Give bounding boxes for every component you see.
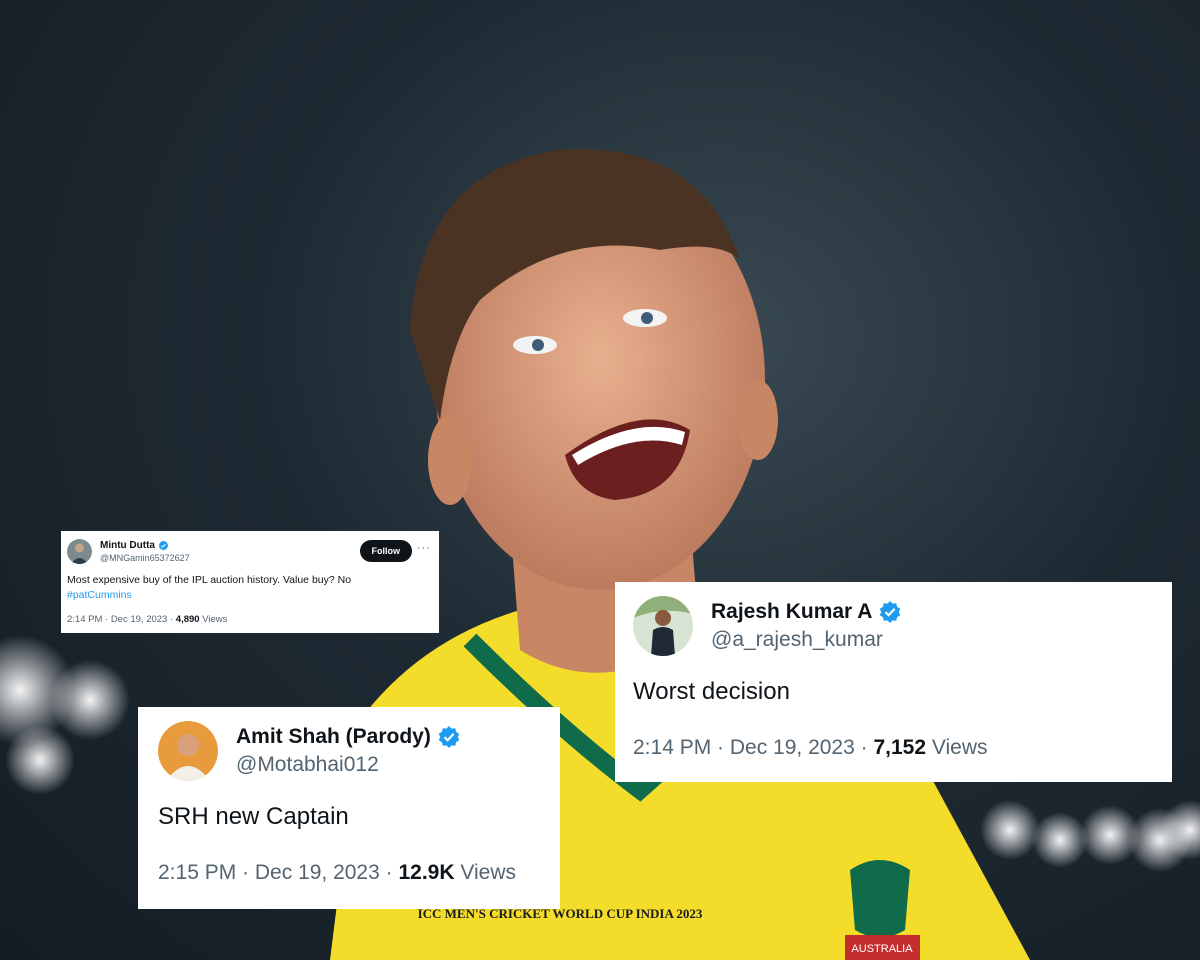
author-name[interactable]: Mintu Dutta xyxy=(100,540,155,551)
author-handle[interactable]: @MNGamin65372627 xyxy=(100,553,190,563)
tweet-timestamp[interactable]: 2:15 PM · Dec 19, 2023 · xyxy=(158,861,398,884)
tweet-timestamp[interactable]: 2:14 PM · Dec 19, 2023 · xyxy=(633,736,873,759)
avatar[interactable] xyxy=(158,721,218,781)
tweet-body: Worst decision xyxy=(633,678,790,705)
avatar-image-icon xyxy=(158,721,218,781)
tweet-meta: 2:15 PM · Dec 19, 2023 · 12.9K Views xyxy=(158,861,542,885)
author-handle[interactable]: @a_rajesh_kumar xyxy=(711,628,902,652)
author-handle[interactable]: @Motabhai012 xyxy=(236,753,461,777)
tweet-timestamp[interactable]: 2:14 PM · Dec 19, 2023 · xyxy=(67,614,176,625)
avatar[interactable] xyxy=(633,596,693,656)
tweet-card-rajesh-kumar: Rajesh Kumar A @a_rajesh_kumar Worst dec… xyxy=(615,582,1172,782)
svg-text:AUSTRALIA: AUSTRALIA xyxy=(851,943,913,955)
tweet-meta: 2:14 PM · Dec 19, 2023 · 4,890 Views xyxy=(67,614,433,625)
verified-badge-icon xyxy=(158,540,169,551)
tweet-card-amit-shah-parody: Amit Shah (Parody) @Motabhai012 SRH new … xyxy=(138,707,560,909)
views-label: Views xyxy=(926,736,988,759)
tweet-text: Most expensive buy of the IPL auction hi… xyxy=(67,573,433,603)
tweet-meta: 2:14 PM · Dec 19, 2023 · 7,152 Views xyxy=(633,736,1154,760)
tweet-card-mintu-dutta: Mintu Dutta @MNGamin65372627 Follow ··· … xyxy=(61,531,439,633)
views-label: Views xyxy=(454,861,516,884)
author-name[interactable]: Rajesh Kumar A xyxy=(711,600,872,624)
views-label: Views xyxy=(199,614,228,625)
verified-badge-icon xyxy=(438,726,460,748)
author-name[interactable]: Amit Shah (Parody) xyxy=(236,725,431,749)
views-count: 12.9K xyxy=(398,861,455,884)
more-options-icon[interactable]: ··· xyxy=(417,542,431,554)
hashtag-link[interactable]: #patCummins xyxy=(67,589,132,601)
tweet-body: Most expensive buy of the IPL auction hi… xyxy=(67,574,352,586)
tweet-body: SRH new Captain xyxy=(158,803,349,830)
verified-badge-icon xyxy=(880,601,901,623)
follow-button[interactable]: Follow xyxy=(359,540,412,562)
views-count: 4,890 xyxy=(175,614,200,625)
avatar-image-icon xyxy=(633,596,693,656)
avatar-image-icon xyxy=(67,539,92,564)
avatar[interactable] xyxy=(67,539,92,564)
views-count: 7,152 xyxy=(873,736,927,759)
